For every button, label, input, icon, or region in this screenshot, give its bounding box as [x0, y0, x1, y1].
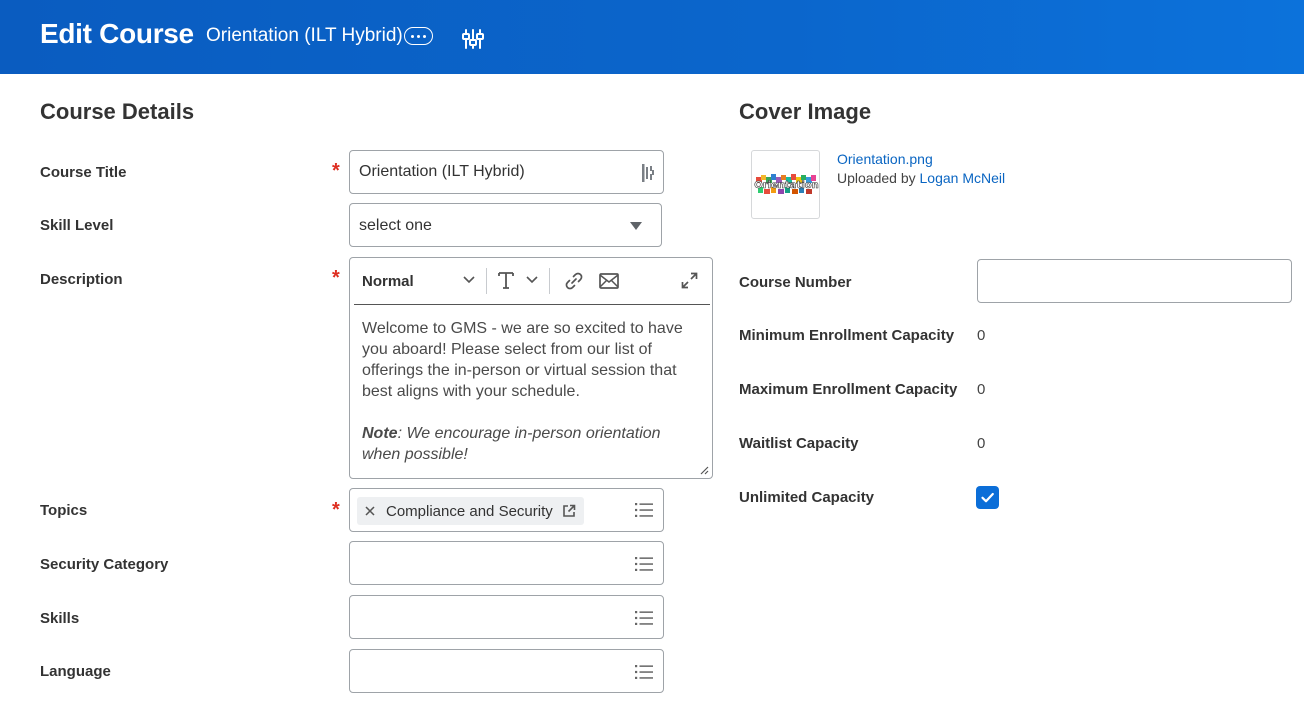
external-link-icon[interactable] — [562, 504, 576, 518]
page-title: Edit Course — [40, 18, 194, 49]
mail-icon[interactable] — [599, 273, 619, 289]
page-subtitle: Orientation (ILT Hybrid) — [206, 25, 403, 46]
course-title-label: Course Title — [40, 164, 127, 181]
description-label: Description — [40, 271, 123, 288]
course-title-value: Orientation (ILT Hybrid) — [359, 163, 525, 180]
translate-icon[interactable] — [641, 164, 655, 182]
topic-chip: Compliance and Security — [357, 497, 584, 525]
cover-image: Orientation — [754, 174, 819, 194]
topics-label: Topics — [40, 502, 88, 519]
cover-image-file-wrap: Orientation.png — [837, 151, 933, 167]
list-icon[interactable] — [635, 503, 653, 517]
page-header: Edit Course Orientation (ILT Hybrid) — [0, 0, 1304, 74]
course-details-heading: Course Details — [40, 99, 195, 124]
min-enrollment-label: Minimum Enrollment Capacity — [739, 327, 955, 344]
link-icon[interactable] — [564, 271, 584, 291]
toolbar-divider — [549, 268, 550, 294]
cover-image-thumbnail[interactable]: Orientation — [751, 150, 820, 219]
security-category-input[interactable] — [349, 541, 664, 585]
toolbar-separator — [354, 304, 710, 305]
waitlist-value: 0 — [977, 435, 986, 452]
description-editor[interactable]: Normal Welcome to GMS - we are so excite… — [349, 257, 713, 479]
language-input[interactable] — [349, 649, 664, 693]
expand-icon[interactable] — [681, 272, 698, 289]
required-marker: * — [332, 160, 340, 182]
note-label: Note — [362, 425, 398, 442]
ellipsis-dot — [417, 34, 420, 38]
course-number-input[interactable] — [977, 259, 1292, 303]
chevron-down-icon[interactable] — [526, 276, 538, 284]
skill-level-select[interactable]: select one — [349, 203, 662, 247]
min-enrollment-value: 0 — [977, 327, 986, 344]
skill-level-value: select one — [359, 217, 432, 234]
list-icon[interactable] — [635, 611, 653, 625]
editor-toolbar: Normal — [350, 258, 712, 304]
unlimited-capacity-label: Unlimited Capacity — [739, 489, 875, 506]
language-label: Language — [40, 663, 111, 680]
description-paragraph: Welcome to GMS - we are so excited to ha… — [362, 320, 683, 400]
max-enrollment-value: 0 — [977, 381, 986, 398]
chevron-down-icon[interactable] — [463, 276, 475, 284]
resize-handle-icon[interactable] — [700, 466, 709, 475]
skills-label: Skills — [40, 610, 80, 627]
remove-icon[interactable] — [365, 506, 375, 516]
skill-level-label: Skill Level — [40, 217, 114, 234]
uploaded-by-prefix: Uploaded by — [837, 170, 920, 186]
checkmark-icon — [981, 492, 994, 503]
text-style-icon[interactable] — [498, 271, 514, 289]
cover-image-text: Orientation — [754, 180, 819, 191]
format-select[interactable]: Normal — [362, 273, 414, 290]
skills-input[interactable] — [349, 595, 664, 639]
cover-image-file-link[interactable]: Orientation.png — [837, 151, 933, 167]
list-icon[interactable] — [635, 557, 653, 571]
topics-input[interactable]: Compliance and Security — [349, 488, 664, 532]
uploaded-by-line: Uploaded by Logan McNeil — [837, 170, 1005, 186]
note-text: : We encourage in-person orientation whe… — [362, 425, 661, 463]
course-title-input[interactable]: Orientation (ILT Hybrid) — [349, 150, 664, 194]
ellipsis-icon — [411, 34, 414, 38]
caret-down-icon — [630, 222, 642, 230]
required-marker: * — [332, 499, 340, 521]
list-icon[interactable] — [635, 665, 653, 679]
max-enrollment-label: Maximum Enrollment Capacity — [739, 381, 958, 398]
waitlist-label: Waitlist Capacity — [739, 435, 859, 452]
unlimited-capacity-checkbox[interactable] — [976, 486, 999, 509]
sliders-icon[interactable] — [461, 27, 485, 51]
toolbar-divider — [486, 268, 487, 294]
cover-image-heading: Cover Image — [739, 99, 872, 124]
description-text[interactable]: Welcome to GMS - we are so excited to ha… — [362, 318, 702, 465]
description-note: Note: We encourage in-person orientation… — [362, 423, 702, 465]
uploader-link[interactable]: Logan McNeil — [920, 170, 1006, 186]
security-category-label: Security Category — [40, 556, 169, 573]
course-number-label: Course Number — [739, 274, 852, 291]
ellipsis-dot — [423, 34, 426, 38]
related-actions-button[interactable] — [404, 27, 433, 45]
topic-chip-label: Compliance and Security — [386, 502, 553, 520]
required-marker: * — [332, 267, 340, 289]
